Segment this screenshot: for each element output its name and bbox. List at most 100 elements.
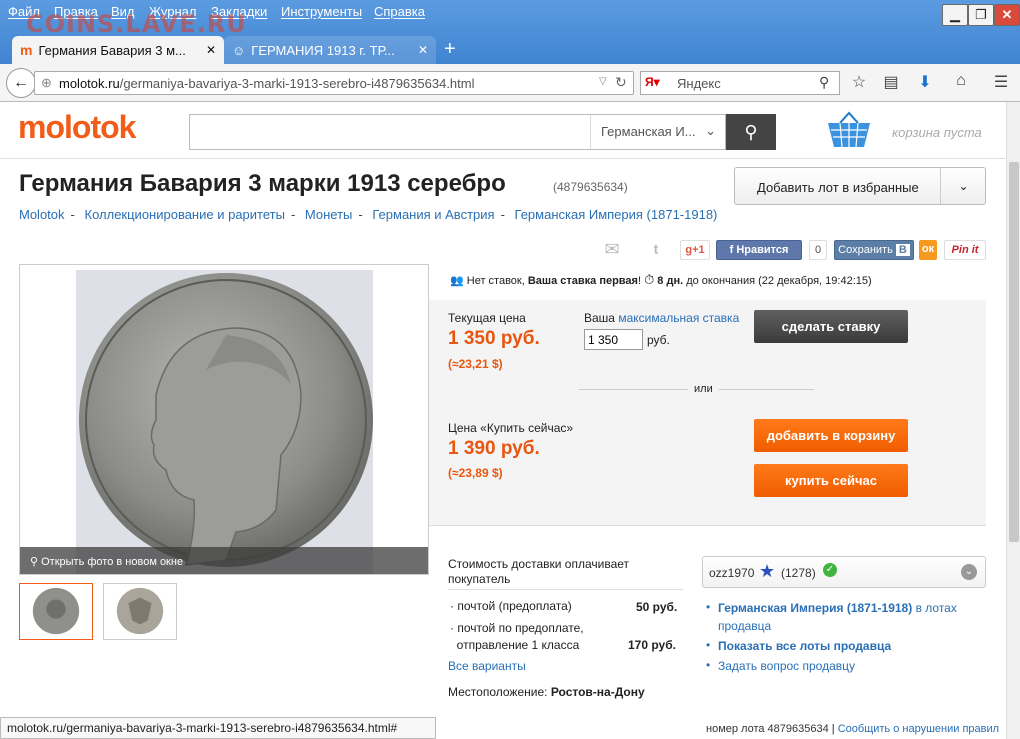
- all-seller-lots-link[interactable]: Показать все лоты продавца: [718, 637, 988, 655]
- molotok-favicon-icon: m: [20, 42, 33, 58]
- menu-help[interactable]: Справка: [374, 4, 425, 19]
- pinterest-button[interactable]: Pin it: [944, 240, 986, 260]
- thumbnail-obverse[interactable]: [19, 583, 93, 640]
- seller-box[interactable]: ozz1970 ★ (1278) ✓ ⌄: [702, 556, 986, 588]
- zoom-icon: ⚲: [30, 556, 39, 568]
- minimize-button[interactable]: ▁: [942, 4, 968, 26]
- place-bid-button[interactable]: сделать ставку: [754, 310, 908, 343]
- yandex-icon[interactable]: Я▾: [645, 75, 660, 89]
- coin-thumb-icon: [104, 584, 176, 639]
- current-price-label: Текущая цена: [448, 311, 526, 325]
- report-link[interactable]: Сообщить о нарушении правил: [838, 723, 999, 735]
- fb-like-button[interactable]: f Нравится: [716, 240, 802, 260]
- window-close-button[interactable]: ✕: [994, 4, 1020, 26]
- max-bid-label: Ваша максимальная ставка: [584, 311, 740, 325]
- tab-close-icon[interactable]: ✕: [206, 43, 216, 57]
- current-price-usd: (≈23,21 $): [448, 357, 503, 371]
- tab-active[interactable]: m Германия Бавария 3 м... ✕: [12, 36, 224, 64]
- breadcrumb-item[interactable]: Molotok: [19, 207, 65, 222]
- buy-now-button[interactable]: купить сейчас: [754, 464, 908, 497]
- shipping-price: 50 руб.: [636, 600, 678, 614]
- breadcrumb-item[interactable]: Германия и Австрия: [372, 207, 494, 222]
- site-header: molotok Германская И... ⌄ ⚲ корзина пуста: [0, 103, 1005, 159]
- twitter-icon[interactable]: t: [646, 240, 666, 260]
- seller-name[interactable]: ozz1970: [709, 566, 754, 580]
- status-bar: molotok.ru/germaniya-bavariya-3-marki-19…: [0, 717, 436, 739]
- maximize-button[interactable]: ❐: [968, 4, 994, 26]
- price-panel: Текущая цена 1 350 руб. (≈23,21 $) Ваша …: [429, 300, 986, 526]
- footer-info: номер лота 4879635634 | Сообщить о наруш…: [706, 723, 1000, 735]
- search-bar[interactable]: Я▾ Яндекс ⚲: [640, 71, 840, 95]
- vk-save-button[interactable]: Сохранить В: [834, 240, 914, 260]
- cart-status[interactable]: корзина пуста: [892, 125, 982, 140]
- scroll-thumb[interactable]: [1009, 162, 1019, 542]
- scrollbar[interactable]: [1006, 102, 1020, 739]
- breadcrumb: Molotok - Коллекционирование и раритеты - …: [19, 207, 718, 222]
- buy-now-price: 1 390 руб.: [448, 438, 540, 459]
- add-to-cart-button[interactable]: добавить в корзину: [754, 419, 908, 452]
- seller-rating: (1278): [781, 566, 816, 580]
- chevron-down-icon[interactable]: ⌄: [940, 168, 986, 204]
- breadcrumb-item[interactable]: Германская Империя (1871-1918): [515, 207, 718, 222]
- menu-tools[interactable]: Инструменты: [281, 4, 362, 19]
- url-text: molotok.ru/germaniya-bavariya-3-marki-19…: [59, 76, 475, 91]
- ask-seller-link[interactable]: Задать вопрос продавцу: [718, 657, 988, 675]
- bid-status: 👥 Нет ставок, Ваша ставка первая! ⏱ 8 дн…: [450, 272, 872, 287]
- fb-like-count: 0: [809, 240, 827, 260]
- coin-thumb-icon: [20, 584, 92, 639]
- bookmark-star-icon[interactable]: ☆: [848, 72, 870, 94]
- browser-chrome: Файл Правка Вид Журнал Закладки Инструме…: [0, 0, 1020, 66]
- search-icon[interactable]: ⚲: [819, 74, 829, 91]
- coin-photo[interactable]: [76, 270, 373, 574]
- tab-title: Германия Бавария 3 м...: [38, 42, 186, 58]
- mail-icon[interactable]: ✉: [598, 240, 626, 260]
- thumbnail-reverse[interactable]: [103, 583, 177, 640]
- location: Местоположение: Ростов-на-Дону: [448, 685, 645, 699]
- favorites-label: Добавить лот в избранные: [757, 180, 919, 195]
- gplus-button[interactable]: g+1: [680, 240, 710, 260]
- chevron-down-icon: ⌄: [705, 123, 716, 138]
- buy-now-usd: (≈23,89 $): [448, 466, 503, 480]
- current-price: 1 350 руб.: [448, 328, 540, 349]
- bid-input[interactable]: [584, 329, 643, 350]
- globe-icon: ⊕: [41, 75, 52, 90]
- address-bar[interactable]: ⊕ molotok.ru/germaniya-bavariya-3-marki-…: [34, 71, 634, 95]
- back-button[interactable]: ←: [6, 68, 36, 98]
- add-to-favorites-button[interactable]: Добавить лот в избранные ⌄: [734, 167, 986, 205]
- buy-now-label: Цена «Купить сейчас»: [448, 421, 574, 435]
- smiley-favicon-icon: ☺: [232, 42, 246, 58]
- new-tab-icon[interactable]: +: [444, 38, 456, 61]
- shipping-option: · почтой (предоплата): [450, 599, 572, 613]
- home-icon[interactable]: ⌂: [950, 72, 972, 94]
- navigation-bar: ← ⊕ molotok.ru/germaniya-bavariya-3-mark…: [0, 64, 1020, 102]
- all-shipping-variants-link[interactable]: Все варианты: [448, 659, 526, 673]
- site-search-input[interactable]: Германская И... ⌄: [189, 114, 726, 150]
- dropdown-icon[interactable]: ▽: [599, 76, 607, 87]
- breadcrumb-item[interactable]: Коллекционирование и раритеты: [85, 207, 285, 222]
- timer-icon: ⏱: [644, 272, 655, 287]
- tab-title: ГЕРМАНИЯ 1913 г. ТР...: [251, 42, 395, 58]
- tab-inactive[interactable]: ☺ ГЕРМАНИЯ 1913 г. ТР... ✕: [224, 36, 436, 64]
- max-bid-link[interactable]: максимальная ставка: [618, 311, 739, 325]
- basket-icon[interactable]: [826, 111, 872, 149]
- odnoklassniki-icon[interactable]: ок: [919, 240, 937, 260]
- site-logo[interactable]: molotok: [18, 109, 136, 146]
- breadcrumb-item[interactable]: Монеты: [305, 207, 352, 222]
- menu-icon[interactable]: ☰: [990, 72, 1012, 94]
- open-photo-link[interactable]: ⚲ Открыть фото в новом окне: [20, 547, 428, 574]
- star-icon: ★: [759, 561, 776, 581]
- category-select[interactable]: Германская И... ⌄: [590, 115, 726, 149]
- tab-close-icon[interactable]: ✕: [418, 43, 428, 57]
- shipping-option: · почтой по предоплате, отправление 1 кл…: [450, 621, 584, 652]
- rub-label: руб.: [647, 333, 670, 347]
- seller-category-link[interactable]: Германская Империя (1871-1918) в лотах п…: [718, 599, 988, 635]
- clipboard-icon[interactable]: ▤: [880, 72, 902, 94]
- site-search-button[interactable]: ⚲: [726, 114, 776, 150]
- tab-bar: m Германия Бавария 3 м... ✕ ☺ ГЕРМАНИЯ 1…: [0, 34, 1020, 64]
- reload-icon[interactable]: ↻: [615, 74, 627, 91]
- lot-number: (4879635634): [553, 180, 628, 194]
- page-title: Германия Бавария 3 марки 1913 серебро: [19, 170, 506, 197]
- download-icon[interactable]: ⬇: [914, 72, 936, 94]
- chevron-down-icon[interactable]: ⌄: [961, 564, 977, 580]
- photo-viewer[interactable]: ⚲ Открыть фото в новом окне: [19, 264, 429, 575]
